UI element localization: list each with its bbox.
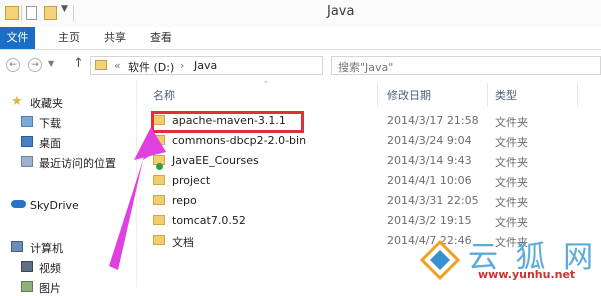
watermark-url: www.yunhu.net [478, 268, 576, 281]
watermark-logo-icon [420, 240, 460, 280]
